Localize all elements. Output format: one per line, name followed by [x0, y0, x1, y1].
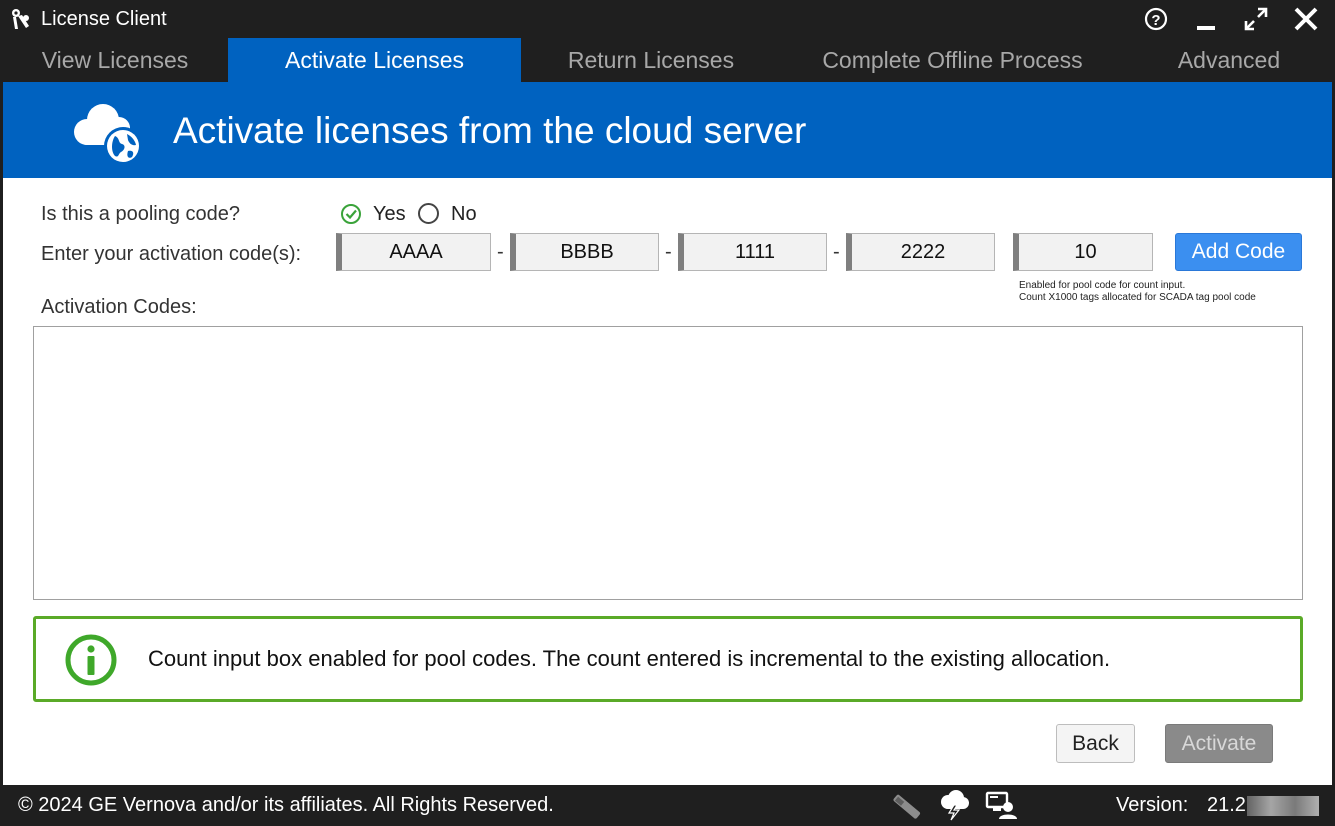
- activation-code-label: Enter your activation code(s):: [41, 243, 302, 265]
- tab-bar: View Licenses Activate Licenses Return L…: [0, 38, 1335, 82]
- count-input[interactable]: 10: [1013, 233, 1153, 271]
- check-circle-icon: [341, 204, 361, 224]
- computer-user-icon[interactable]: [984, 789, 1018, 821]
- cloud-globe-icon: [74, 104, 142, 165]
- pooling-no-label: No: [451, 203, 477, 225]
- pooling-yes-label: Yes: [373, 203, 406, 225]
- tab-return-licenses[interactable]: Return Licenses: [521, 38, 781, 82]
- back-button[interactable]: Back: [1056, 724, 1135, 763]
- code-separator: -: [665, 241, 672, 263]
- title-bar: License Client ?: [0, 0, 1335, 38]
- add-code-button[interactable]: Add Code: [1175, 233, 1302, 271]
- code-separator: -: [833, 241, 840, 263]
- activation-codes-list[interactable]: [33, 326, 1303, 600]
- usb-key-icon[interactable]: [889, 789, 923, 821]
- info-message-text: Count input box enabled for pool codes. …: [148, 646, 1111, 671]
- expand-icon[interactable]: [1241, 4, 1271, 34]
- copyright-text: © 2024 GE Vernova and/or its affiliates.…: [18, 794, 554, 816]
- close-icon[interactable]: [1291, 4, 1321, 34]
- activate-panel: Activate licenses from the cloud server …: [3, 82, 1332, 785]
- tab-activate-licenses[interactable]: Activate Licenses: [228, 38, 521, 82]
- redacted-version-suffix: [1247, 796, 1319, 816]
- help-icon[interactable]: ?: [1141, 4, 1171, 34]
- page-title: Activate licenses from the cloud server: [173, 110, 807, 151]
- code-segment-1[interactable]: AAAA: [336, 233, 491, 271]
- cloud-lightning-icon[interactable]: [937, 789, 971, 821]
- activation-codes-label: Activation Codes:: [41, 296, 197, 318]
- code-segment-3[interactable]: 1111: [678, 233, 827, 271]
- app-logo-icon: [12, 9, 29, 29]
- version-label: Version:: [1116, 794, 1189, 816]
- code-separator: -: [497, 241, 504, 263]
- info-circle-icon: [65, 634, 117, 686]
- code-segment-4[interactable]: 2222: [846, 233, 995, 271]
- svg-text:?: ?: [1151, 12, 1160, 29]
- tab-view-licenses[interactable]: View Licenses: [3, 38, 227, 82]
- activate-button[interactable]: Activate: [1165, 724, 1273, 763]
- license-client-window: License Client ? View Licenses Activate …: [0, 0, 1335, 826]
- code-segment-2[interactable]: BBBB: [510, 233, 659, 271]
- app-title: License Client: [41, 8, 167, 30]
- pooling-question-label: Is this a pooling code?: [41, 203, 241, 225]
- version-value: 21.2: [1207, 794, 1246, 816]
- tab-advanced[interactable]: Advanced: [1124, 38, 1334, 82]
- info-message-box: Count input box enabled for pool codes. …: [33, 616, 1303, 702]
- status-bar: © 2024 GE Vernova and/or its affiliates.…: [0, 785, 1335, 826]
- tab-complete-offline-process[interactable]: Complete Offline Process: [781, 38, 1124, 82]
- minimize-icon[interactable]: [1191, 4, 1221, 34]
- page-banner: Activate licenses from the cloud server: [3, 82, 1332, 178]
- count-hint-line2: Count X1000 tags allocated for SCADA tag…: [1019, 292, 1256, 303]
- radio-empty-icon: [418, 203, 439, 224]
- count-hint-line1: Enabled for pool code for count input.: [1019, 280, 1186, 291]
